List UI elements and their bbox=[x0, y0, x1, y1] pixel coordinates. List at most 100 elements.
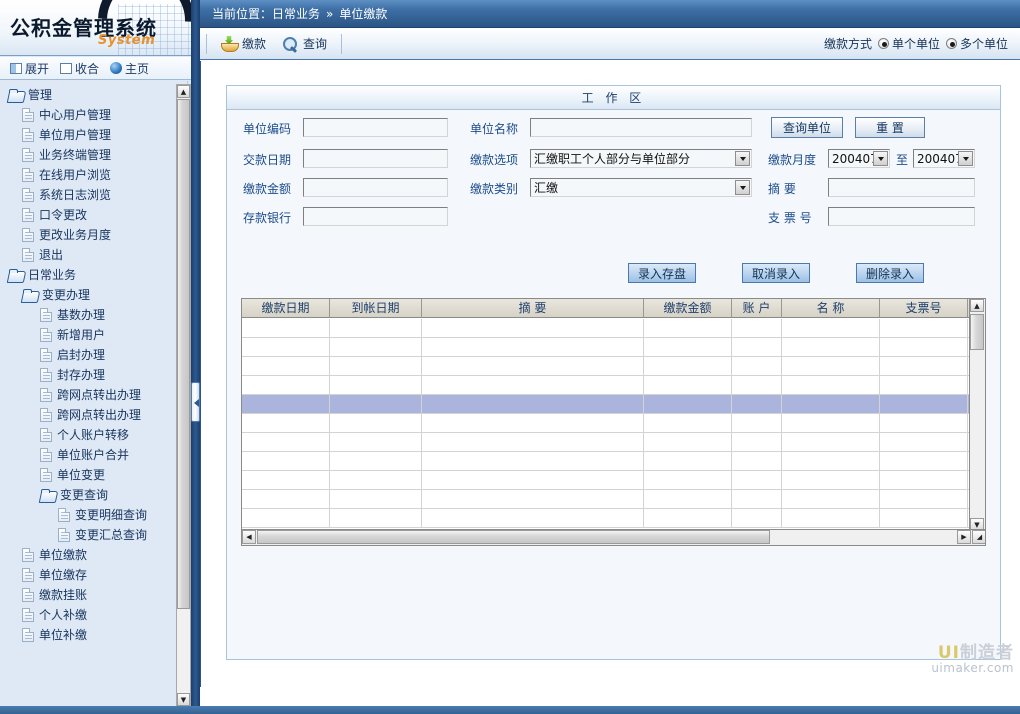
table-cell[interactable] bbox=[732, 357, 782, 375]
table-cell[interactable] bbox=[880, 490, 968, 508]
table-cell[interactable] bbox=[330, 490, 422, 508]
table-cell[interactable] bbox=[880, 376, 968, 394]
table-cell[interactable] bbox=[880, 395, 968, 413]
table-cell[interactable] bbox=[732, 490, 782, 508]
splitter-collapse-handle[interactable] bbox=[191, 382, 200, 422]
table-cell[interactable] bbox=[330, 471, 422, 489]
breadcrumb-parent[interactable]: 日常业务 bbox=[272, 5, 320, 22]
table-cell[interactable] bbox=[422, 509, 644, 527]
pay-month-to-select[interactable]: 200407 bbox=[913, 149, 975, 168]
toolbar-button-payment[interactable]: 缴款 bbox=[213, 32, 274, 56]
table-cell[interactable] bbox=[422, 376, 644, 394]
scroll-up-arrow-icon[interactable]: ▲ bbox=[177, 85, 190, 98]
table-cell[interactable] bbox=[732, 376, 782, 394]
table-cell[interactable] bbox=[732, 452, 782, 470]
table-cell[interactable] bbox=[242, 357, 330, 375]
home-button[interactable]: 主页 bbox=[108, 60, 154, 77]
tree-item[interactable]: 单位缴存 bbox=[0, 565, 187, 585]
table-cell[interactable] bbox=[880, 471, 968, 489]
chevron-down-icon[interactable] bbox=[958, 151, 973, 166]
table-cell[interactable] bbox=[330, 433, 422, 451]
tree-item[interactable]: 单位账户合并 bbox=[0, 445, 187, 465]
table-cell[interactable] bbox=[782, 338, 880, 356]
table-cell[interactable] bbox=[242, 376, 330, 394]
tree-item[interactable]: 口令更改 bbox=[0, 205, 187, 225]
grid-vertical-scrollbar[interactable]: ▲ ▼ bbox=[969, 299, 985, 531]
table-cell[interactable] bbox=[644, 471, 732, 489]
table-cell[interactable] bbox=[422, 471, 644, 489]
pay-amount-input[interactable] bbox=[303, 178, 448, 197]
table-cell[interactable] bbox=[782, 490, 880, 508]
pay-month-from-select[interactable]: 200407 bbox=[828, 149, 890, 168]
sidebar-vertical-scrollbar[interactable]: ▲ ▼ bbox=[176, 84, 191, 707]
toolbar-button-query[interactable]: 查询 bbox=[274, 32, 335, 56]
radio-multi-unit-icon[interactable] bbox=[945, 38, 957, 49]
tree-item[interactable]: 单位缴款 bbox=[0, 545, 187, 565]
grid-column-header[interactable]: 缴款日期 bbox=[242, 299, 330, 317]
summary-input[interactable] bbox=[828, 178, 975, 197]
scroll-down-arrow-icon[interactable]: ▼ bbox=[177, 693, 190, 706]
table-cell[interactable] bbox=[782, 509, 880, 527]
tree-item[interactable]: 基数办理 bbox=[0, 305, 187, 325]
delete-record-button[interactable]: 删除录入 bbox=[855, 263, 924, 283]
table-cell[interactable] bbox=[880, 319, 968, 337]
table-cell[interactable] bbox=[782, 414, 880, 432]
tree-item[interactable]: 单位变更 bbox=[0, 465, 187, 485]
grid-column-header[interactable]: 到帐日期 bbox=[330, 299, 422, 317]
tree-item[interactable]: 变更汇总查询 bbox=[0, 525, 187, 545]
cancel-record-button[interactable]: 取消录入 bbox=[741, 263, 810, 283]
table-row[interactable] bbox=[242, 471, 970, 490]
table-cell[interactable] bbox=[782, 471, 880, 489]
grid-column-header[interactable]: 支票号 bbox=[880, 299, 968, 317]
table-cell[interactable] bbox=[330, 452, 422, 470]
grid-column-header[interactable]: 缴款金额 bbox=[644, 299, 732, 317]
table-cell[interactable] bbox=[782, 452, 880, 470]
tree-item[interactable]: 新增用户 bbox=[0, 325, 187, 345]
table-cell[interactable] bbox=[422, 357, 644, 375]
table-cell[interactable] bbox=[330, 509, 422, 527]
table-cell[interactable] bbox=[242, 509, 330, 527]
table-cell[interactable] bbox=[880, 338, 968, 356]
table-cell[interactable] bbox=[422, 338, 644, 356]
table-cell[interactable] bbox=[644, 395, 732, 413]
table-row[interactable] bbox=[242, 433, 970, 452]
table-row[interactable] bbox=[242, 414, 970, 433]
tree-item[interactable]: 更改业务月度 bbox=[0, 225, 187, 245]
tree-item[interactable]: 启封办理 bbox=[0, 345, 187, 365]
unit-code-input[interactable] bbox=[303, 118, 448, 137]
table-cell[interactable] bbox=[242, 338, 330, 356]
table-cell[interactable] bbox=[242, 471, 330, 489]
table-cell[interactable] bbox=[732, 319, 782, 337]
tree-item[interactable]: 业务终端管理 bbox=[0, 145, 187, 165]
table-cell[interactable] bbox=[782, 376, 880, 394]
save-record-button[interactable]: 录入存盘 bbox=[627, 263, 696, 283]
grid-horizontal-scrollbar[interactable]: ◀ ▶ ◢ bbox=[242, 529, 985, 545]
pay-type-select[interactable]: 汇缴 bbox=[530, 178, 752, 197]
tree-item[interactable]: 在线用户浏览 bbox=[0, 165, 187, 185]
table-cell[interactable] bbox=[422, 414, 644, 432]
table-cell[interactable] bbox=[330, 376, 422, 394]
tree-item[interactable]: 变更办理 bbox=[0, 285, 187, 305]
table-cell[interactable] bbox=[880, 414, 968, 432]
table-cell[interactable] bbox=[330, 414, 422, 432]
pay-date-input[interactable] bbox=[303, 149, 448, 168]
table-row[interactable] bbox=[242, 452, 970, 471]
table-cell[interactable] bbox=[644, 376, 732, 394]
tree-item[interactable]: 变更查询 bbox=[0, 485, 187, 505]
tree-item[interactable]: 系统日志浏览 bbox=[0, 185, 187, 205]
tree-item[interactable]: 单位补缴 bbox=[0, 625, 187, 645]
table-row[interactable] bbox=[242, 357, 970, 376]
table-cell[interactable] bbox=[644, 452, 732, 470]
table-cell[interactable] bbox=[732, 433, 782, 451]
table-cell[interactable] bbox=[732, 414, 782, 432]
table-row[interactable] bbox=[242, 395, 970, 414]
grid-column-header[interactable]: 名 称 bbox=[782, 299, 880, 317]
tree-item[interactable]: 单位用户管理 bbox=[0, 125, 187, 145]
table-cell[interactable] bbox=[422, 433, 644, 451]
table-cell[interactable] bbox=[422, 490, 644, 508]
table-cell[interactable] bbox=[782, 319, 880, 337]
table-cell[interactable] bbox=[880, 433, 968, 451]
tree-item[interactable]: 封存办理 bbox=[0, 365, 187, 385]
table-cell[interactable] bbox=[242, 319, 330, 337]
grid-hscrollbar-thumb[interactable] bbox=[257, 530, 770, 544]
